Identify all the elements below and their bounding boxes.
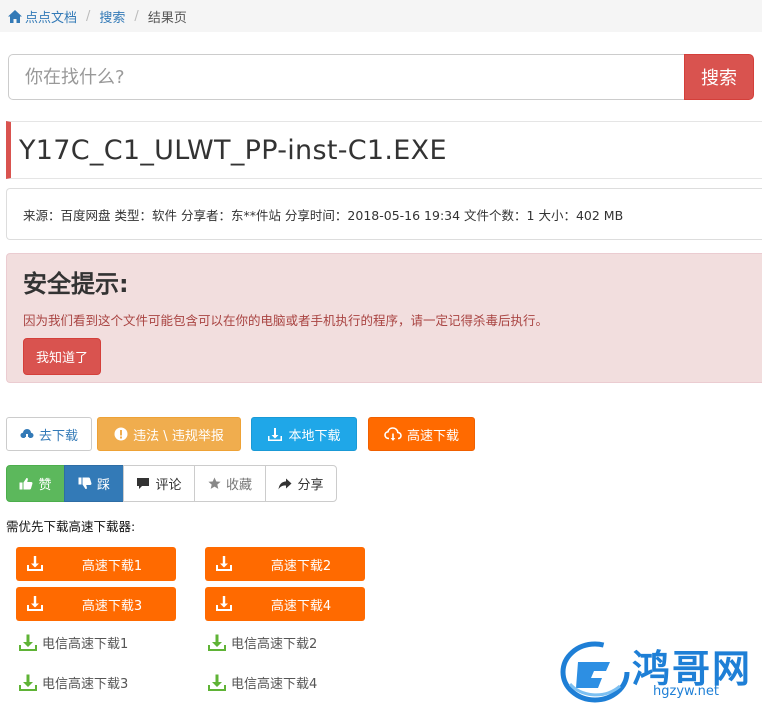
local-download-button[interactable]: 本地下载	[251, 417, 357, 451]
thumbs-up-icon	[19, 477, 33, 490]
breadcrumb-home[interactable]: 点点文档	[8, 7, 77, 26]
home-icon	[8, 9, 22, 23]
share-arrow-icon	[278, 478, 292, 490]
telecom-download-3-label: 电信高速下载3	[42, 677, 129, 692]
acknowledge-button[interactable]: 我知道了	[23, 338, 102, 375]
download-icon	[26, 555, 44, 576]
like-button[interactable]: 赞	[6, 465, 65, 502]
telecom-download-1-link[interactable]: 电信高速下载1	[18, 633, 128, 652]
telecom-download-2-link[interactable]: 电信高速下载2	[207, 633, 317, 652]
download-icon	[215, 595, 233, 616]
comment-label: 评论	[155, 478, 182, 493]
vote-group: 赞 踩 评论 收藏 分享	[6, 465, 337, 502]
download-icon	[26, 595, 44, 616]
green-download-icon	[18, 634, 38, 652]
breadcrumb-separator: /	[134, 8, 139, 24]
telecom-download-4-link[interactable]: 电信高速下载4	[207, 673, 317, 692]
fast-download-1-button[interactable]: 高速下载1	[16, 547, 176, 581]
dislike-label: 踩	[96, 478, 110, 493]
downloader-note: 需优先下载高速下载器:	[6, 519, 136, 534]
breadcrumb-search[interactable]: 搜索	[99, 7, 125, 26]
telecom-download-3-link[interactable]: 电信高速下载3	[18, 673, 128, 692]
thumbs-down-icon	[78, 477, 92, 490]
share-label: 分享	[297, 478, 324, 493]
fast-download-button[interactable]: 高速下载	[368, 417, 475, 451]
alert-title: 安全提示:	[23, 270, 129, 298]
comment-icon	[136, 477, 150, 490]
favorite-button[interactable]: 收藏	[194, 465, 266, 502]
cloud-download-icon	[20, 428, 34, 441]
fast-download-4-button[interactable]: 高速下载4	[205, 587, 365, 621]
exclamation-icon	[114, 427, 128, 441]
search-input[interactable]	[8, 54, 684, 100]
breadcrumb-home-label: 点点文档	[25, 10, 78, 26]
report-label: 违法 \ 违规举报	[133, 428, 224, 444]
file-meta: 来源：百度网盘 类型：软件 分享者：东**件站 分享时间：2018-05-16 …	[6, 188, 762, 240]
download-icon	[215, 555, 233, 576]
green-download-icon	[18, 674, 38, 692]
cloud-download-icon	[384, 426, 402, 442]
search-bar: 搜索	[8, 54, 754, 100]
fast-download-2-button[interactable]: 高速下载2	[205, 547, 365, 581]
local-download-label: 本地下载	[288, 428, 341, 444]
favorite-label: 收藏	[225, 478, 252, 493]
telecom-download-1-label: 电信高速下载1	[42, 637, 129, 652]
file-title: Y17C_C1_ULWT_PP-inst-C1.EXE	[6, 121, 762, 179]
green-download-icon	[207, 634, 227, 652]
report-button[interactable]: 违法 \ 违规举报	[97, 417, 241, 451]
share-button[interactable]: 分享	[265, 465, 337, 502]
star-icon	[208, 477, 221, 490]
breadcrumb-current: 结果页	[147, 10, 187, 26]
fast-download-3-button[interactable]: 高速下载3	[16, 587, 176, 621]
alert-text: 因为我们看到这个文件可能包含可以在你的电脑或者手机执行的程序，请一定记得杀毒后执…	[23, 313, 549, 328]
breadcrumb: 点点文档 / 搜索 / 结果页	[0, 0, 762, 32]
site-watermark-logo: 鸿哥网 hgzyw.net	[560, 636, 760, 706]
green-download-icon	[207, 674, 227, 692]
comment-button[interactable]: 评论	[123, 465, 195, 502]
go-download-button[interactable]: 去下载	[6, 417, 92, 451]
telecom-download-4-label: 电信高速下载4	[231, 677, 318, 692]
search-button[interactable]: 搜索	[684, 54, 754, 100]
download-icon	[267, 427, 283, 442]
dislike-button[interactable]: 踩	[64, 465, 124, 502]
breadcrumb-separator: /	[86, 8, 91, 24]
watermark-url: hgzyw.net	[653, 684, 719, 699]
like-label: 赞	[38, 478, 52, 493]
logo-mark-icon	[560, 641, 630, 703]
telecom-download-2-label: 电信高速下载2	[231, 637, 318, 652]
security-alert: 安全提示: 因为我们看到这个文件可能包含可以在你的电脑或者手机执行的程序，请一定…	[6, 253, 762, 383]
fast-download-label: 高速下载	[406, 428, 459, 444]
go-download-label: 去下载	[38, 428, 78, 444]
